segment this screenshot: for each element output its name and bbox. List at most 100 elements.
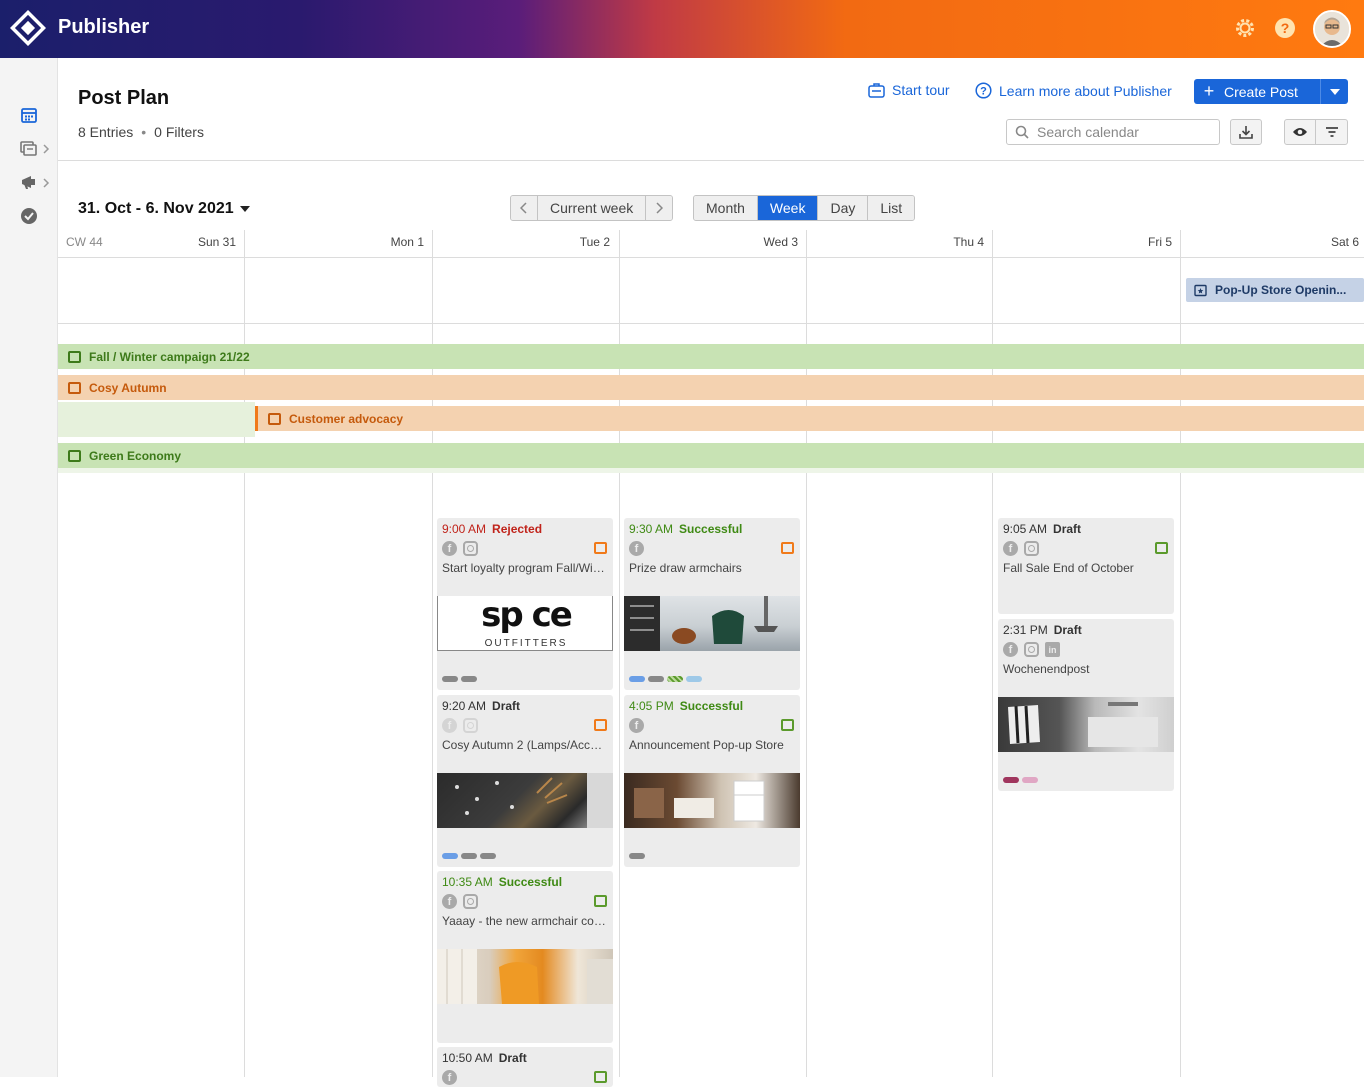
brand-logo-text: sp ce — [481, 596, 573, 635]
event-star-icon — [1194, 284, 1207, 296]
post-time: 10:35 AM — [442, 875, 493, 889]
help-icon[interactable]: ? — [1273, 16, 1297, 40]
post-tags — [629, 853, 645, 859]
campaign-bar-green-economy[interactable]: Green Economy — [58, 443, 1364, 468]
date-range-label: 31. Oct - 6. Nov 2021 — [78, 200, 234, 217]
allday-event-title: Pop-Up Store Openin... — [1215, 283, 1347, 297]
campaign-name: Cosy Autumn — [89, 380, 167, 395]
post-status: Successful — [498, 875, 563, 889]
post-title: Wochenendpost — [1003, 662, 1090, 676]
check-circle-icon[interactable] — [19, 206, 39, 226]
post-card[interactable]: 9:30 AM Successful f Prize draw armchairs — [624, 518, 800, 690]
filter-icon — [1325, 127, 1338, 137]
post-status: Rejected — [492, 522, 543, 536]
previous-week-button[interactable] — [511, 196, 538, 220]
entries-count: 8 Entries — [78, 124, 134, 140]
day-header-fri[interactable]: Fri 5 — [1096, 235, 1172, 249]
post-time: 9:05 AM — [1003, 522, 1048, 536]
page-title: Post Plan — [78, 87, 170, 109]
post-title: Announcement Pop-up Store — [629, 738, 784, 752]
create-post-dropdown-button[interactable] — [1320, 79, 1348, 104]
chevron-right-icon[interactable] — [42, 178, 50, 188]
campaign-icon — [1155, 542, 1168, 554]
post-card[interactable]: 10:50 AM Draft f — [437, 1047, 613, 1087]
post-tags — [629, 676, 702, 682]
campaign-bar-cosy-autumn[interactable]: Cosy Autumn — [58, 375, 1364, 400]
chevron-right-icon[interactable] — [42, 144, 50, 154]
week-navigation: Current week — [510, 195, 674, 221]
post-status: Successful — [679, 699, 744, 713]
next-week-button[interactable] — [646, 196, 673, 220]
post-tags — [442, 676, 477, 682]
start-tour-link[interactable]: Start tour — [868, 82, 950, 98]
post-image: sp ce OUTFITTERS — [437, 596, 613, 651]
learn-more-label: Learn more about Publisher — [999, 82, 1172, 99]
campaign-icon — [594, 895, 607, 907]
facebook-icon: f — [629, 718, 644, 733]
post-card[interactable]: 9:20 AM Draft f Cosy Autumn 2 (Lamps/Acce… — [437, 695, 613, 867]
facebook-icon: f — [442, 894, 457, 909]
view-filter-group — [1284, 119, 1348, 145]
tab-day[interactable]: Day — [818, 196, 869, 220]
app-name: Publisher — [58, 16, 150, 38]
visibility-button[interactable] — [1285, 120, 1317, 144]
post-image — [437, 773, 613, 828]
learn-more-link[interactable]: ? Learn more about Publisher — [975, 82, 1172, 99]
allday-event[interactable]: Pop-Up Store Openin... — [1186, 278, 1364, 302]
filters-count[interactable]: 0 Filters — [154, 124, 204, 140]
chevron-right-icon — [656, 202, 664, 214]
day-header-sat[interactable]: Sat 6 — [1282, 235, 1359, 249]
download-icon — [1239, 126, 1253, 139]
campaign-bar-fall-winter[interactable]: Fall / Winter campaign 21/22 — [58, 344, 1364, 369]
facebook-icon: f — [1003, 642, 1018, 657]
post-card[interactable]: 10:35 AM Successful f Yaaay - the new arm… — [437, 871, 613, 1043]
current-week-button[interactable]: Current week — [538, 196, 647, 220]
post-card[interactable]: 9:05 AM Draft f Fall Sale End of October — [998, 518, 1174, 614]
day-header-mon[interactable]: Mon 1 — [348, 235, 424, 249]
post-time: 4:05 PM — [629, 699, 674, 713]
tab-week[interactable]: Week — [757, 196, 819, 220]
campaign-icon — [781, 542, 794, 554]
calendar-icon[interactable] — [19, 105, 39, 125]
post-image — [437, 949, 613, 1004]
tab-month[interactable]: Month — [694, 196, 758, 220]
post-time: 9:20 AM — [442, 699, 487, 713]
megaphone-icon[interactable] — [19, 172, 39, 192]
campaign-icon — [594, 1071, 607, 1083]
gear-icon[interactable] — [1233, 16, 1257, 40]
campaign-icon — [268, 412, 281, 425]
search-input[interactable] — [1037, 124, 1207, 140]
avatar[interactable] — [1313, 10, 1351, 48]
export-button[interactable] — [1230, 119, 1262, 145]
top-bar: Publisher ? — [0, 0, 1364, 58]
instagram-icon — [1024, 541, 1039, 556]
post-title: Yaaay - the new armchair collection — [442, 914, 608, 928]
post-title: Fall Sale End of October — [1003, 561, 1134, 575]
posts-stack-icon[interactable] — [19, 139, 39, 159]
post-card[interactable]: 2:31 PM Draft f in Wochenendpost — [998, 619, 1174, 791]
day-header-wed[interactable]: Wed 3 — [722, 235, 798, 249]
brand-logo-subtext: OUTFITTERS — [484, 638, 568, 649]
tab-list[interactable]: List — [868, 196, 915, 220]
facebook-icon: f — [442, 541, 457, 556]
post-card[interactable]: 9:00 AM Rejected f Start loyalty program … — [437, 518, 613, 690]
entries-filters-summary: 8 Entries • 0 Filters — [78, 124, 204, 140]
calendar-week-label: CW 44 — [66, 235, 103, 249]
svg-text:?: ? — [1281, 20, 1290, 36]
date-range-selector[interactable]: 31. Oct - 6. Nov 2021 — [78, 200, 250, 218]
day-header-tue[interactable]: Tue 2 — [536, 235, 610, 249]
post-card[interactable]: 4:05 PM Successful f Announcement Pop-up … — [624, 695, 800, 867]
post-status: Draft — [1053, 522, 1082, 536]
day-header-sun[interactable]: Sun 31 — [168, 235, 236, 249]
search-box[interactable] — [1006, 119, 1220, 145]
day-header-thu[interactable]: Thu 4 — [908, 235, 984, 249]
post-image — [998, 697, 1174, 752]
campaign-bar-customer-advocacy[interactable]: Customer advocacy — [255, 406, 1364, 431]
create-post-button[interactable]: + Create Post — [1194, 79, 1348, 104]
publisher-logo-icon[interactable] — [10, 10, 46, 46]
filter-button[interactable] — [1316, 120, 1347, 144]
campaign-icon — [68, 350, 81, 363]
post-time: 2:31 PM — [1003, 623, 1048, 637]
campaign-icon — [68, 449, 81, 462]
post-title: Prize draw armchairs — [629, 561, 742, 575]
